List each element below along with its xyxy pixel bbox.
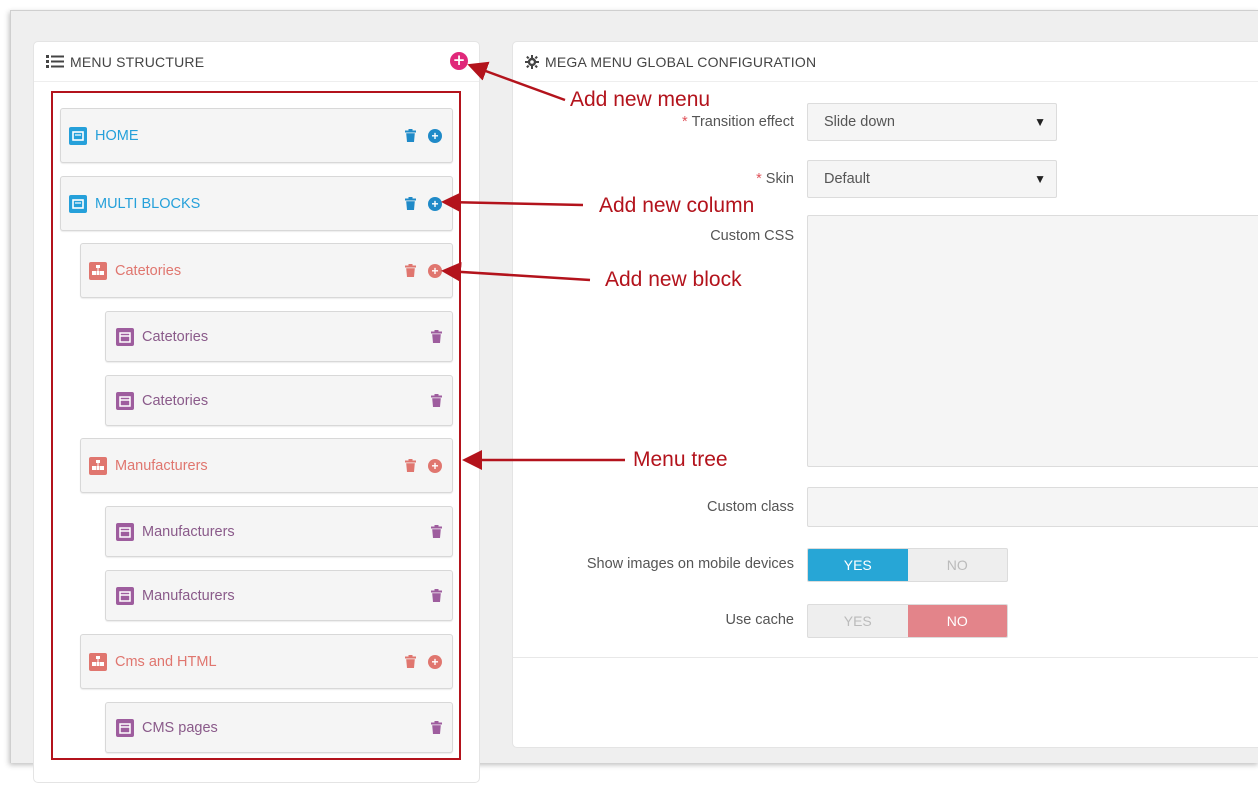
custom-css-textarea[interactable] <box>807 215 1258 467</box>
required-mark: * <box>681 114 688 130</box>
use-cache-toggle[interactable]: YES NO <box>807 604 1008 638</box>
trash-icon[interactable] <box>405 459 416 472</box>
chevron-down-icon: ▼ <box>1034 172 1046 186</box>
sitemap-icon <box>89 456 107 475</box>
show-images-toggle[interactable]: YES NO <box>807 548 1008 582</box>
tree-item-label: CMS pages <box>142 719 218 736</box>
plus-circle-icon[interactable]: + <box>428 128 442 143</box>
toggle-yes[interactable]: YES <box>808 605 908 637</box>
global-config-header: MEGA MENU GLOBAL CONFIGURATION <box>513 42 1258 82</box>
tree-item-column-cms[interactable]: Cms and HTML + <box>80 634 453 689</box>
list-icon <box>46 55 64 68</box>
add-menu-button[interactable]: + <box>450 52 468 70</box>
panel-title: MENU STRUCTURE <box>70 53 205 70</box>
book-icon <box>69 194 87 213</box>
plus-circle-icon[interactable]: + <box>428 263 442 278</box>
tree-item-multi-blocks[interactable]: MULTI BLOCKS + <box>60 176 453 231</box>
custom-class-label: Custom class <box>706 499 794 515</box>
toggle-no[interactable]: NO <box>907 605 1007 637</box>
tree-item-block[interactable]: Catetories <box>105 375 453 426</box>
tree-item-label: Manufacturers <box>142 587 235 604</box>
trash-icon[interactable] <box>431 330 442 343</box>
tree-item-column-catetories[interactable]: Catetories + <box>80 243 453 298</box>
required-mark: * <box>756 171 762 187</box>
plus-circle-icon[interactable]: + <box>428 654 442 669</box>
tree-item-home[interactable]: HOME + <box>60 108 453 163</box>
tree-item-label: Catetories <box>142 392 209 409</box>
annotation-add-column: Add new column <box>599 194 755 217</box>
trash-icon[interactable] <box>405 129 416 142</box>
tree-item-label: MULTI BLOCKS <box>95 195 201 212</box>
calendar-icon <box>116 586 134 605</box>
tree-item-block[interactable]: CMS pages <box>105 702 453 753</box>
tree-item-block[interactable]: Catetories <box>105 311 453 362</box>
tree-item-label: Catetories <box>115 262 182 279</box>
calendar-icon <box>116 718 134 737</box>
panel-footer-divider <box>513 657 1258 658</box>
annotation-menu-tree: Menu tree <box>633 448 728 471</box>
transition-effect-label: * Transition effect <box>681 114 794 130</box>
custom-css-label: Custom CSS <box>710 228 794 244</box>
trash-icon[interactable] <box>431 394 442 407</box>
annotation-add-block: Add new block <box>605 268 742 291</box>
use-cache-label: Use cache <box>725 612 794 628</box>
annotation-add-menu: Add new menu <box>570 88 711 111</box>
trash-icon[interactable] <box>405 197 416 210</box>
plus-circle-icon[interactable]: + <box>428 196 442 211</box>
gear-icon <box>525 54 539 69</box>
calendar-icon <box>116 522 134 541</box>
skin-label: * Skin <box>756 171 794 187</box>
select-value: Slide down <box>824 114 895 130</box>
sitemap-icon <box>89 261 107 280</box>
trash-icon[interactable] <box>431 721 442 734</box>
tree-item-label: Catetories <box>142 328 209 345</box>
menu-structure-header: MENU STRUCTURE <box>34 42 479 82</box>
plus-circle-icon[interactable]: + <box>428 458 442 473</box>
select-value: Default <box>824 171 870 187</box>
panel-title: MEGA MENU GLOBAL CONFIGURATION <box>545 53 817 70</box>
custom-class-input[interactable] <box>807 487 1258 527</box>
tree-item-label: Cms and HTML <box>115 653 217 670</box>
transition-effect-select[interactable]: Slide down ▼ <box>807 103 1057 141</box>
skin-select[interactable]: Default ▼ <box>807 160 1057 198</box>
tree-item-label: HOME <box>95 127 139 144</box>
calendar-icon <box>116 327 134 346</box>
toggle-no[interactable]: NO <box>908 549 1008 581</box>
book-icon <box>69 126 87 145</box>
trash-icon[interactable] <box>405 655 416 668</box>
tree-item-label: Manufacturers <box>115 457 208 474</box>
chevron-down-icon: ▼ <box>1034 115 1046 129</box>
trash-icon[interactable] <box>431 589 442 602</box>
tree-item-label: Manufacturers <box>142 523 235 540</box>
tree-item-block[interactable]: Manufacturers <box>105 570 453 621</box>
sitemap-icon <box>89 652 107 671</box>
tree-item-column-manufacturers[interactable]: Manufacturers + <box>80 438 453 493</box>
tree-item-block[interactable]: Manufacturers <box>105 506 453 557</box>
plus-circle-icon: + <box>452 51 466 69</box>
trash-icon[interactable] <box>405 264 416 277</box>
calendar-icon <box>116 391 134 410</box>
toggle-yes[interactable]: YES <box>808 549 908 581</box>
trash-icon[interactable] <box>431 525 442 538</box>
show-images-label: Show images on mobile devices <box>586 556 794 572</box>
